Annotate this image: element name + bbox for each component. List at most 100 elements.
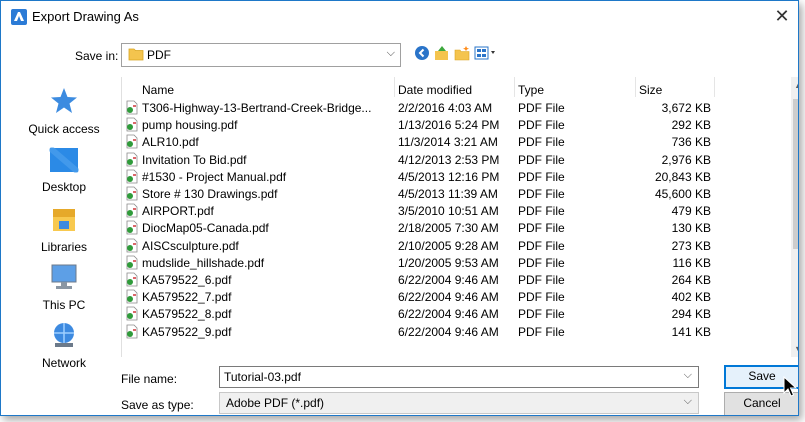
column-header-size[interactable]: Size bbox=[639, 83, 662, 97]
file-row[interactable]: T306-Highway-13-Bertrand-Creek-Bridge...… bbox=[122, 99, 722, 116]
file-type-cell: PDF File bbox=[518, 135, 565, 150]
file-row[interactable]: ALR10.pdf 11/3/2014 3:21 AM PDF File 736 KB bbox=[122, 133, 722, 150]
save-in-dropdown[interactable]: PDF ⌵ bbox=[121, 43, 401, 67]
file-name-cell: Store # 130 Drawings.pdf bbox=[142, 187, 278, 201]
file-type-cell: PDF File bbox=[518, 324, 565, 339]
file-type-cell: PDF File bbox=[518, 169, 565, 184]
title-bar: Export Drawing As ✕ bbox=[1, 1, 798, 33]
file-name-cell: KA579522_6.pdf bbox=[142, 273, 232, 287]
scroll-up-icon[interactable]: ▲ bbox=[791, 80, 798, 90]
up-folder-icon[interactable] bbox=[434, 45, 450, 61]
file-name-cell: mudslide_hillshade.pdf bbox=[142, 255, 265, 270]
save-as-type-dropdown[interactable]: Adobe PDF (*.pdf) ⌵ bbox=[219, 392, 699, 414]
app-icon bbox=[11, 9, 27, 25]
new-folder-icon[interactable] bbox=[454, 45, 470, 61]
chevron-down-icon[interactable]: ⌵ bbox=[684, 369, 692, 382]
file-row[interactable]: KA579522_6.pdf 6/22/2004 9:46 AM PDF File 2… bbox=[122, 271, 722, 288]
file-size-cell: 264 KB bbox=[671, 273, 711, 287]
place-libraries[interactable]: Libraries bbox=[10, 205, 118, 254]
file-type-cell: PDF File bbox=[518, 204, 565, 219]
vertical-scrollbar[interactable]: ▲ ▼ bbox=[791, 77, 798, 357]
file-date-cell: 4/12/2013 2:53 PM bbox=[398, 152, 500, 167]
file-size-cell: 273 KB bbox=[671, 238, 711, 253]
file-date-cell: 2/18/2005 7:30 AM bbox=[398, 221, 499, 236]
chevron-down-icon: ⌵ bbox=[683, 395, 692, 407]
file-size-cell: 141 KB bbox=[671, 324, 711, 339]
file-date-cell: 1/20/2005 9:53 AM bbox=[398, 255, 499, 270]
file-date-cell: 4/5/2013 11:39 AM bbox=[398, 187, 498, 201]
pdf-file-icon bbox=[124, 324, 140, 342]
computer-icon bbox=[10, 263, 118, 294]
file-date-cell: 11/3/2014 3:21 AM bbox=[398, 135, 498, 150]
file-row[interactable]: mudslide_hillshade.pdf 1/20/2005 9:53 AM P… bbox=[122, 254, 722, 271]
file-name-cell: AISCsculpture.pdf bbox=[142, 238, 239, 253]
file-row[interactable]: pump housing.pdf 1/13/2016 5:24 PM PDF Fil… bbox=[122, 116, 722, 133]
file-name-cell: T306-Highway-13-Bertrand-Creek-Bridge... bbox=[142, 101, 372, 115]
place-label: Network bbox=[41, 356, 86, 370]
file-name-label: File name: bbox=[121, 372, 178, 386]
places-bar: Quick access Desktop Libraries This PC N… bbox=[10, 77, 118, 370]
file-row[interactable]: Store # 130 Drawings.pdf 4/5/2013 11:39 A… bbox=[122, 185, 722, 202]
file-date-cell: 6/22/2004 9:46 AM bbox=[398, 324, 499, 339]
column-header-name[interactable]: Name bbox=[142, 83, 174, 97]
file-row[interactable]: AIRPORT.pdf 3/5/2010 10:51 AM PDF File 479 … bbox=[122, 202, 722, 219]
mouse-cursor-icon bbox=[783, 375, 798, 401]
libraries-icon bbox=[10, 205, 118, 236]
place-quick-access[interactable]: Quick access bbox=[10, 87, 118, 136]
column-header-type[interactable]: Type bbox=[518, 83, 544, 97]
file-name-input[interactable] bbox=[224, 369, 664, 384]
file-name-cell: #1530 - Project Manual.pdf bbox=[142, 169, 287, 184]
file-row[interactable]: Invitation To Bid.pdf 4/12/2013 2:53 PM PD… bbox=[122, 151, 722, 168]
column-divider[interactable] bbox=[635, 77, 636, 97]
file-row[interactable]: DiocMap05-Canada.pdf 2/18/2005 7:30 AM PDF… bbox=[122, 219, 722, 236]
column-divider[interactable] bbox=[514, 77, 515, 97]
column-header-date[interactable]: Date modified bbox=[398, 83, 472, 97]
file-type-cell: PDF File bbox=[518, 290, 565, 305]
file-date-cell: 3/5/2010 10:51 AM bbox=[398, 204, 499, 219]
place-label: Libraries bbox=[40, 240, 88, 254]
file-size-cell: 2,976 KB bbox=[661, 152, 711, 167]
place-label: Desktop bbox=[41, 180, 87, 194]
scroll-down-icon[interactable]: ▼ bbox=[791, 344, 798, 354]
file-date-cell: 2/10/2005 9:28 AM bbox=[398, 238, 499, 253]
close-icon[interactable]: ✕ bbox=[770, 5, 794, 29]
chevron-down-icon: ⌵ bbox=[386, 47, 395, 59]
file-date-cell: 4/5/2013 12:16 PM bbox=[398, 169, 500, 184]
file-date-cell: 6/22/2004 9:46 AM bbox=[398, 307, 499, 322]
network-icon bbox=[10, 321, 118, 352]
place-label: Quick access bbox=[28, 122, 100, 136]
file-size-cell: 3,672 KB bbox=[661, 101, 711, 115]
file-type-cell: PDF File bbox=[518, 238, 565, 253]
save-as-type-value: Adobe PDF (*.pdf) bbox=[226, 396, 325, 410]
file-row[interactable]: KA579522_7.pdf 6/22/2004 9:46 AM PDF File 4… bbox=[122, 288, 722, 305]
save-in-value: PDF bbox=[147, 48, 171, 62]
file-date-cell: 6/22/2004 9:46 AM bbox=[398, 273, 499, 287]
back-icon[interactable] bbox=[414, 45, 430, 61]
file-type-cell: PDF File bbox=[518, 307, 565, 322]
file-date-cell: 6/22/2004 9:46 AM bbox=[398, 290, 499, 305]
file-row[interactable]: AISCsculpture.pdf 2/10/2005 9:28 AM PDF Fi… bbox=[122, 237, 722, 254]
file-row[interactable]: KA579522_8.pdf 6/22/2004 9:46 AM PDF File 2… bbox=[122, 305, 722, 322]
save-in-label: Save in: bbox=[75, 49, 119, 63]
file-list[interactable]: Name Date modified Type Size T306-Highwa… bbox=[121, 77, 792, 357]
column-divider[interactable] bbox=[714, 77, 715, 97]
scroll-thumb[interactable] bbox=[793, 99, 798, 249]
place-network[interactable]: Network bbox=[10, 321, 118, 370]
file-type-cell: PDF File bbox=[518, 118, 565, 133]
place-desktop[interactable]: Desktop bbox=[10, 145, 118, 194]
view-menu-icon[interactable] bbox=[474, 45, 498, 61]
file-row[interactable]: #1530 - Project Manual.pdf 4/5/2013 12:16… bbox=[122, 168, 722, 185]
file-size-cell: 292 KB bbox=[671, 118, 711, 133]
place-this-pc[interactable]: This PC bbox=[10, 263, 118, 312]
file-name-combobox[interactable]: ⌵ bbox=[219, 366, 699, 388]
file-row[interactable]: KA579522_9.pdf 6/22/2004 9:46 AM PDF File 1… bbox=[122, 323, 722, 340]
file-date-cell: 2/2/2016 4:03 AM bbox=[398, 101, 493, 115]
column-divider[interactable] bbox=[394, 77, 395, 97]
file-type-cell: PDF File bbox=[518, 152, 565, 167]
file-size-cell: 116 KB bbox=[672, 255, 711, 270]
file-size-cell: 479 KB bbox=[671, 204, 711, 219]
file-name-cell: Invitation To Bid.pdf bbox=[142, 152, 247, 167]
file-size-cell: 402 KB bbox=[671, 290, 711, 305]
save-as-type-label: Save as type: bbox=[121, 398, 194, 412]
window-title: Export Drawing As bbox=[32, 9, 139, 24]
